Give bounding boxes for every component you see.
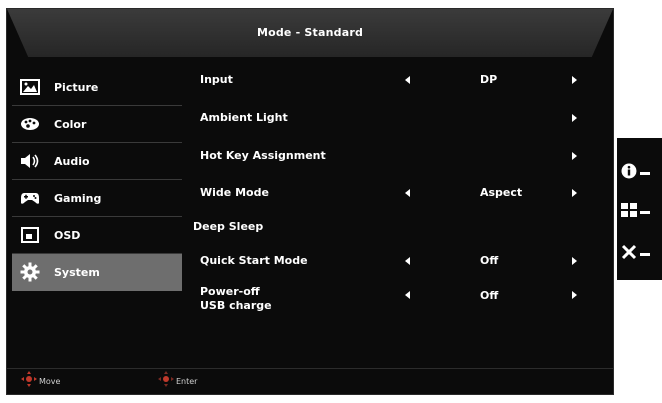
side-button-panel	[617, 138, 662, 280]
arrow-left-icon[interactable]	[405, 291, 410, 299]
menu-button[interactable]	[621, 200, 659, 224]
dash-icon	[640, 252, 650, 256]
dash-icon	[640, 171, 650, 175]
move-joystick-icon	[21, 371, 37, 391]
arrow-left-icon[interactable]	[405, 257, 410, 265]
setting-label: Input	[200, 73, 233, 86]
setting-value: Aspect	[480, 186, 523, 199]
enter-label: Enter	[176, 376, 198, 386]
setting-wide-mode[interactable]: Wide Mode Aspect	[197, 186, 592, 206]
arrow-right-icon[interactable]	[572, 257, 577, 265]
arrow-right-icon[interactable]	[572, 189, 577, 197]
enter-hint: Enter	[158, 371, 198, 391]
arrow-right-icon[interactable]	[572, 114, 577, 122]
move-label: Move	[39, 376, 61, 386]
setting-label: Power-off USB charge	[200, 285, 272, 313]
move-hint: Move	[21, 371, 61, 391]
arrow-right-icon[interactable]	[572, 152, 577, 160]
setting-input[interactable]: Input DP	[197, 73, 592, 93]
close-icon	[621, 244, 637, 264]
settings-menu: Input DP Ambient Light Hot Key Assignmen…	[7, 9, 613, 394]
enter-joystick-icon	[158, 371, 174, 391]
arrow-right-icon[interactable]	[572, 291, 577, 299]
arrow-right-icon[interactable]	[572, 76, 577, 84]
dash-icon	[640, 210, 650, 214]
close-button[interactable]	[621, 242, 659, 266]
setting-label: Quick Start Mode	[200, 254, 308, 267]
arrow-left-icon[interactable]	[405, 76, 410, 84]
setting-label-line2: USB charge	[200, 299, 272, 312]
setting-value: Off	[480, 254, 499, 267]
arrow-left-icon[interactable]	[405, 189, 410, 197]
menu-grid-icon	[621, 202, 637, 222]
osd-window: Mode - Standard Picture Color Audio Gami…	[6, 8, 614, 395]
setting-ambient-light[interactable]: Ambient Light	[197, 111, 592, 131]
section-label: Deep Sleep	[193, 220, 264, 233]
setting-hot-key-assignment[interactable]: Hot Key Assignment	[197, 149, 592, 169]
setting-value: DP	[480, 73, 498, 86]
setting-quick-start-mode[interactable]: Quick Start Mode Off	[197, 254, 592, 274]
info-button[interactable]	[621, 161, 659, 185]
setting-value: Off	[480, 289, 499, 302]
setting-label: Wide Mode	[200, 186, 269, 199]
info-icon	[621, 163, 637, 183]
setting-label: Ambient Light	[200, 111, 288, 124]
setting-label-line1: Power-off	[200, 285, 260, 298]
setting-power-off-usb-charge[interactable]: Power-off USB charge Off	[197, 285, 592, 315]
setting-label: Hot Key Assignment	[200, 149, 326, 162]
section-deep-sleep: Deep Sleep	[193, 220, 592, 240]
footer-divider	[7, 368, 613, 369]
